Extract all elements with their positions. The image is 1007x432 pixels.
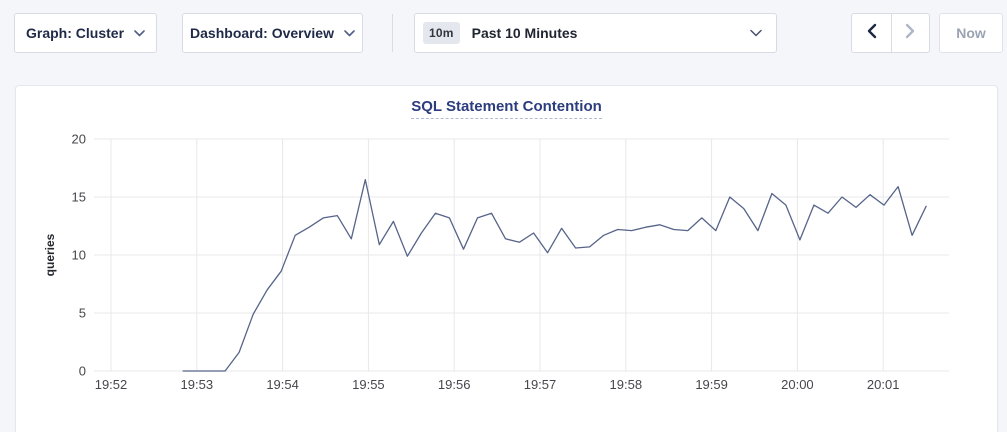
chevron-right-icon: [905, 23, 916, 44]
y-tick-label: 15: [72, 190, 86, 205]
series-line-queries: [183, 180, 926, 371]
time-step-buttons: [851, 13, 930, 53]
chart-card: SQL Statement Contention 0510152019:5219…: [15, 85, 998, 432]
y-axis-label: queries: [43, 233, 57, 276]
sql-statement-contention-chart: 0 5 10 15 20 19:52 19:53 19:54 19:55 19:56 19:57 19…: [16, 86, 999, 432]
x-tick-label: 19:53: [181, 377, 214, 392]
time-range-label: Past 10 Minutes: [472, 25, 750, 41]
chevron-down-icon: [344, 30, 355, 37]
x-tick-label: 19:54: [266, 377, 299, 392]
x-tick-label: 19:57: [524, 377, 557, 392]
chevron-down-icon: [134, 30, 145, 37]
x-tick-label: 19:58: [610, 377, 643, 392]
x-tick-label: 20:01: [867, 377, 900, 392]
x-tick-label: 19:52: [95, 377, 128, 392]
x-tick-label: 19:55: [352, 377, 385, 392]
x-tick-label: 19:59: [695, 377, 728, 392]
y-tick-label: 10: [72, 248, 86, 263]
dashboard-dropdown[interactable]: Dashboard: Overview: [182, 13, 363, 53]
dashboard-dropdown-label: Dashboard: Overview: [190, 25, 334, 41]
now-button[interactable]: Now: [939, 13, 1003, 53]
time-range-badge: 10m: [423, 22, 460, 44]
chevron-left-icon: [866, 23, 877, 44]
page: Graph: Cluster Dashboard: Overview 10m P…: [0, 0, 1007, 432]
x-tick-label: 20:00: [781, 377, 814, 392]
y-tick-label: 0: [79, 364, 86, 379]
next-time-button[interactable]: [891, 14, 930, 52]
x-tick-label: 19:56: [438, 377, 471, 392]
y-tick-label: 5: [79, 306, 86, 321]
toolbar-divider: [392, 14, 393, 52]
chevron-down-icon: [750, 29, 762, 37]
time-range-selector[interactable]: 10m Past 10 Minutes: [414, 13, 777, 53]
graph-dropdown-label: Graph: Cluster: [26, 25, 124, 41]
y-tick-label: 20: [72, 132, 86, 147]
graph-dropdown[interactable]: Graph: Cluster: [14, 13, 157, 53]
previous-time-button[interactable]: [852, 14, 891, 52]
